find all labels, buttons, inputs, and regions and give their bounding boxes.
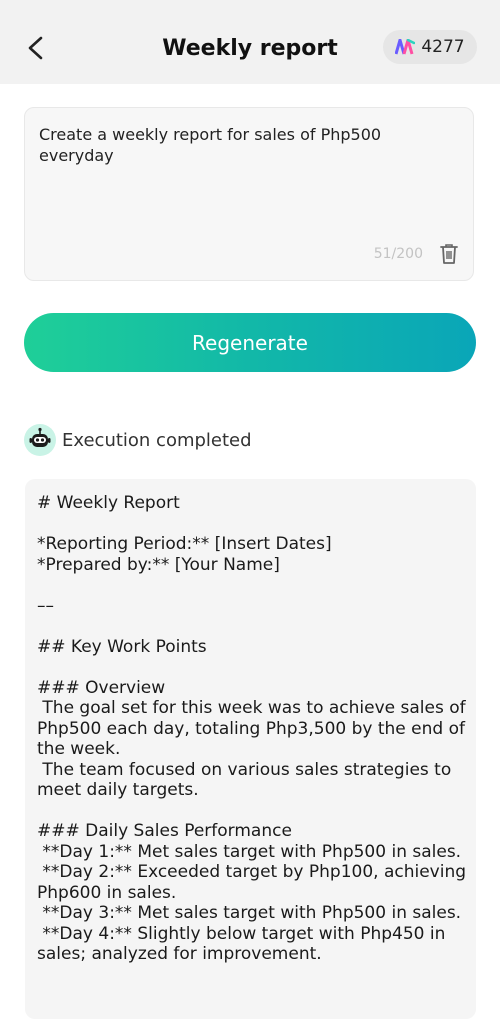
report-text: # Weekly Report *Reporting Period:** [In… xyxy=(37,493,467,964)
regenerate-button[interactable]: Regenerate xyxy=(24,313,476,372)
prompt-text[interactable]: Create a weekly report for sales of Php5… xyxy=(39,124,449,166)
execution-status: Execution completed xyxy=(24,424,252,456)
credits-badge[interactable]: 4277 xyxy=(383,30,477,64)
clear-prompt-button[interactable] xyxy=(439,243,459,265)
report-output[interactable]: # Weekly Report *Reporting Period:** [In… xyxy=(25,479,476,1019)
app-header: Weekly report 4277 xyxy=(0,0,500,84)
credits-count: 4277 xyxy=(421,37,465,57)
char-counter: 51/200 xyxy=(373,246,423,262)
prompt-input[interactable]: Create a weekly report for sales of Php5… xyxy=(24,107,474,281)
robot-icon xyxy=(24,424,56,456)
brand-logo-icon xyxy=(395,39,416,55)
status-text: Execution completed xyxy=(62,429,252,451)
trash-icon xyxy=(440,244,458,264)
